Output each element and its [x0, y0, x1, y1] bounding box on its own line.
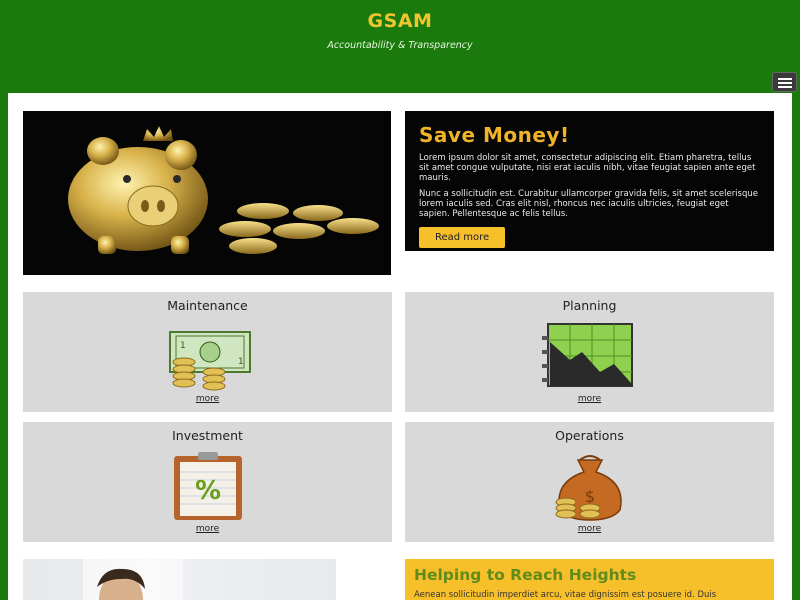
- site-tagline: Accountability & Transparency: [327, 40, 473, 51]
- svg-text:%: %: [194, 476, 220, 506]
- tile-title: Operations: [555, 428, 624, 443]
- tile-planning: Planning more: [405, 292, 774, 412]
- site-brand[interactable]: GSAM: [0, 10, 800, 32]
- bottom-text: Aenean sollicitudin imperdiet arcu, vita…: [414, 590, 717, 600]
- tile-title: Planning: [562, 298, 617, 313]
- site-header: GSAM Accountability & Transparency: [0, 0, 800, 93]
- svg-text:1: 1: [238, 357, 244, 367]
- maintenance-more-link[interactable]: more: [23, 394, 392, 404]
- read-more-button[interactable]: Read more: [419, 227, 506, 248]
- bottom-title: Helping to Reach Heights: [414, 566, 637, 584]
- hero-paragraph-2: Nunc a sollicitudin est. Curabitur ullam…: [419, 189, 758, 219]
- helping-heights-card: Helping to Reach Heights Aenean sollicit…: [405, 559, 774, 600]
- piggy-bank-icon: [23, 111, 391, 275]
- tile-title: Maintenance: [167, 298, 248, 313]
- percent-clipboard-icon: %: [158, 450, 258, 522]
- svg-text:1: 1: [180, 341, 186, 351]
- money-bag-icon: $: [540, 450, 640, 522]
- tile-title: Investment: [172, 428, 243, 443]
- hamburger-menu-icon[interactable]: [772, 72, 797, 92]
- tile-maintenance: Maintenance 1 1 more: [23, 292, 392, 412]
- hero-paragraph-1: Lorem ipsum dolor sit amet, consectetur …: [419, 153, 756, 183]
- tile-operations: Operations $ more: [405, 422, 774, 542]
- content-panel: Save Money! Lorem ipsum dolor sit amet, …: [8, 93, 792, 600]
- investment-more-link[interactable]: more: [23, 524, 392, 534]
- save-money-card: Save Money! Lorem ipsum dolor sit amet, …: [405, 111, 774, 251]
- businessman-photo-icon: [23, 559, 336, 600]
- chart-down-icon: [540, 320, 640, 392]
- operations-more-link[interactable]: more: [405, 524, 774, 534]
- svg-text:$: $: [584, 487, 594, 506]
- hero-title: Save Money!: [419, 123, 570, 147]
- tile-investment: Investment % more: [23, 422, 392, 542]
- planning-more-link[interactable]: more: [405, 394, 774, 404]
- money-coins-icon: 1 1: [158, 320, 258, 392]
